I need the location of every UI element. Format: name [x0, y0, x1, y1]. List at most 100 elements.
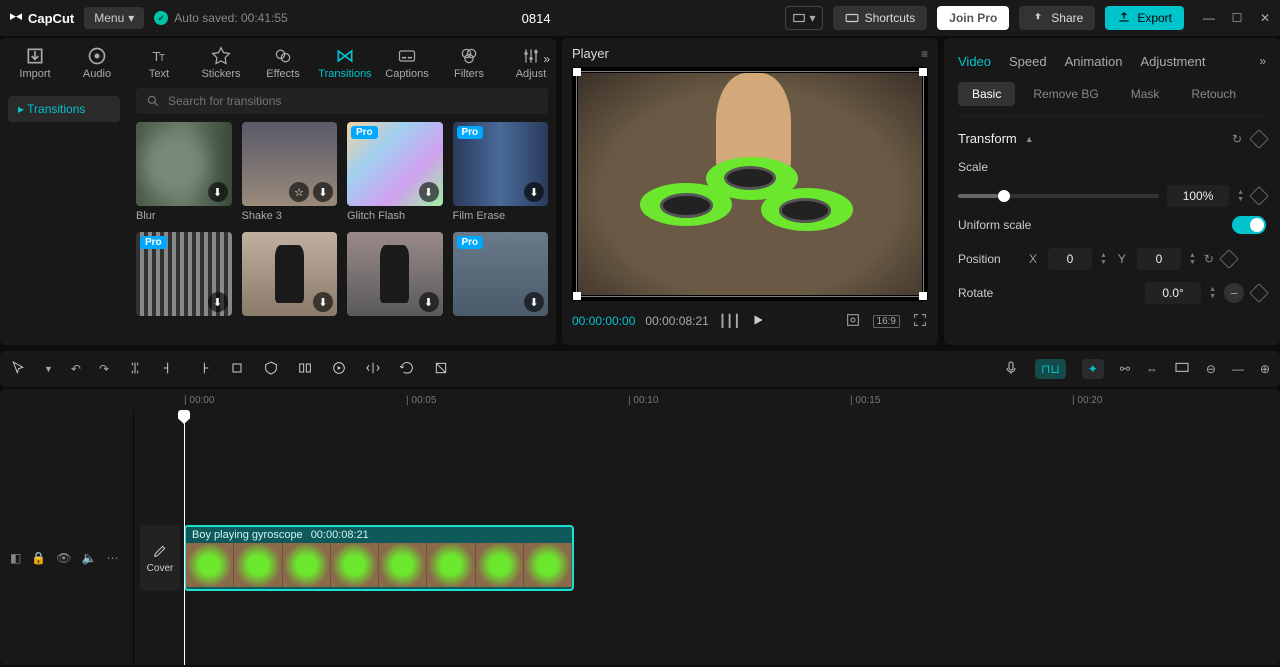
favorite-icon[interactable]: ☆ — [289, 182, 309, 202]
redo-icon[interactable]: ↷ — [99, 362, 109, 376]
rotate-icon[interactable] — [399, 360, 415, 379]
scale-slider[interactable] — [958, 194, 1159, 198]
insp-tab-adjustment[interactable]: Adjustment — [1140, 54, 1205, 69]
subtab-mask[interactable]: Mask — [1117, 82, 1174, 106]
rotate-keyframe[interactable] — [1249, 283, 1269, 303]
zoom-in-icon[interactable]: ⊕ — [1260, 362, 1270, 376]
tracks-area[interactable]: ◧ 🔒 👁 🔈 ⋯ Cover Boy playing gyroscope 00… — [0, 411, 1280, 665]
join-pro-button[interactable]: Join Pro — [937, 6, 1009, 30]
delete-left-icon[interactable] — [161, 360, 177, 379]
player-viewport[interactable] — [572, 67, 928, 301]
card-blur[interactable]: ⬇Blur — [136, 122, 232, 222]
keyframe-icon[interactable] — [1249, 129, 1269, 149]
tab-import[interactable]: Import — [4, 46, 66, 80]
download-icon[interactable]: ⬇ — [419, 292, 439, 312]
canvas-aspect-button[interactable]: ▾ — [785, 6, 823, 30]
mask-tool-icon[interactable] — [263, 360, 279, 379]
pointer-tool-icon[interactable] — [10, 360, 26, 379]
download-icon[interactable]: ⬇ — [419, 182, 439, 202]
insp-tab-video[interactable]: Video — [958, 54, 991, 69]
download-icon[interactable]: ⬇ — [313, 292, 333, 312]
pos-reset-icon[interactable]: ↻ — [1204, 252, 1214, 266]
x-stepper[interactable]: ▲▼ — [1100, 253, 1107, 266]
reverse-icon[interactable] — [331, 360, 347, 379]
export-button[interactable]: Export — [1105, 6, 1184, 30]
playhead[interactable] — [184, 411, 185, 665]
tab-captions[interactable]: Captions — [376, 46, 438, 80]
subtab-removebg[interactable]: Remove BG — [1019, 82, 1112, 106]
flip-icon[interactable] — [365, 360, 381, 379]
link-icon[interactable]: ⚯ — [1120, 362, 1130, 376]
mic-icon[interactable] — [1003, 360, 1019, 379]
minimize-button[interactable]: — — [1202, 11, 1216, 25]
rotate-value[interactable]: 0.0° — [1145, 282, 1201, 304]
search-input-wrap[interactable] — [136, 88, 548, 114]
rotate-stepper[interactable]: ▲▼ — [1209, 287, 1216, 300]
insp-tab-animation[interactable]: Animation — [1065, 54, 1123, 69]
subtab-retouch[interactable]: Retouch — [1177, 82, 1250, 106]
tab-stickers[interactable]: Stickers — [190, 46, 252, 80]
insp-tab-speed[interactable]: Speed — [1009, 54, 1047, 69]
lock-icon[interactable]: 🔒 — [31, 551, 46, 565]
tab-text[interactable]: TTText — [128, 46, 190, 80]
share-button[interactable]: Share — [1019, 6, 1095, 30]
tab-audio[interactable]: Audio — [66, 46, 128, 80]
zoom-slider-icon[interactable]: — — [1232, 362, 1244, 376]
video-clip[interactable]: Boy playing gyroscope 00:00:08:21 — [184, 525, 574, 591]
card-film-erase[interactable]: Pro⬇Film Erase — [453, 122, 549, 222]
magnet-auto-icon[interactable]: ✦ — [1082, 359, 1104, 379]
download-icon[interactable]: ⬇ — [208, 182, 228, 202]
position-keyframe[interactable] — [1219, 249, 1239, 269]
card-shake3[interactable]: ☆⬇Shake 3 — [242, 122, 338, 222]
compare-icon[interactable]: ┃┃┃ — [719, 314, 741, 328]
magnet-main-icon[interactable]: ⊓⊔ — [1035, 359, 1066, 379]
player-menu-icon[interactable]: ≡ — [921, 47, 928, 61]
project-name[interactable]: 0814 — [522, 11, 551, 26]
cover-button[interactable]: Cover — [140, 525, 180, 591]
track-toggle-icon[interactable]: ◧ — [10, 551, 21, 565]
maximize-button[interactable]: ☐ — [1230, 11, 1244, 25]
download-icon[interactable]: ⬇ — [524, 292, 544, 312]
uniform-toggle[interactable] — [1232, 216, 1266, 234]
shortcuts-button[interactable]: Shortcuts — [833, 6, 928, 30]
tab-adjust[interactable]: Adjust — [500, 46, 562, 80]
delete-right-icon[interactable] — [195, 360, 211, 379]
tab-effects[interactable]: Effects — [252, 46, 314, 80]
scale-fit-icon[interactable] — [845, 312, 861, 331]
crop-icon[interactable] — [229, 360, 245, 379]
card-row2-1[interactable]: Pro⬇ — [136, 232, 232, 316]
play-button[interactable] — [751, 313, 765, 330]
track-more-icon[interactable]: ⋯ — [106, 551, 118, 565]
section-transform[interactable]: Transform ▲ ↻ — [944, 121, 1280, 150]
card-row2-2[interactable]: ⬇ — [242, 232, 338, 316]
position-x-value[interactable]: 0 — [1048, 248, 1092, 270]
scale-value[interactable]: 100% — [1167, 185, 1229, 207]
zoom-out-icon[interactable]: ⊖ — [1206, 362, 1216, 376]
media-tabs-more-icon[interactable]: » — [543, 52, 550, 66]
close-button[interactable]: ✕ — [1258, 11, 1272, 25]
freeze-icon[interactable] — [433, 360, 449, 379]
y-stepper[interactable]: ▲▼ — [1189, 253, 1196, 266]
download-icon[interactable]: ⬇ — [208, 292, 228, 312]
download-icon[interactable]: ⬇ — [524, 182, 544, 202]
menu-button[interactable]: Menu ▾ — [84, 7, 144, 29]
insp-tabs-more-icon[interactable]: » — [1259, 54, 1266, 68]
position-y-value[interactable]: 0 — [1137, 248, 1181, 270]
eye-icon[interactable]: 👁 — [56, 551, 71, 565]
fullscreen-icon[interactable] — [912, 312, 928, 331]
align-icon[interactable]: ⇔ — [1146, 362, 1158, 376]
card-glitch-flash[interactable]: Pro⬇Glitch Flash — [347, 122, 443, 222]
sidenav-transitions[interactable]: ▸ Transitions — [8, 96, 120, 122]
tab-transitions[interactable]: Transitions — [314, 46, 376, 80]
split-icon[interactable] — [127, 360, 143, 379]
subtab-basic[interactable]: Basic — [958, 82, 1015, 106]
undo-icon[interactable]: ↶ — [71, 362, 81, 376]
card-row2-4[interactable]: Pro⬇ — [453, 232, 549, 316]
scale-keyframe[interactable] — [1249, 186, 1269, 206]
rotate-minus[interactable]: − — [1224, 283, 1244, 303]
card-row2-3[interactable]: ⬇ — [347, 232, 443, 316]
collapse-icon[interactable]: ▲ — [1025, 134, 1034, 144]
download-icon[interactable]: ⬇ — [313, 182, 333, 202]
time-ruler[interactable]: | 00:00 | 00:05 | 00:10 | 00:15 | 00:20 — [0, 389, 1280, 411]
mute-icon[interactable]: 🔈 — [82, 551, 97, 565]
